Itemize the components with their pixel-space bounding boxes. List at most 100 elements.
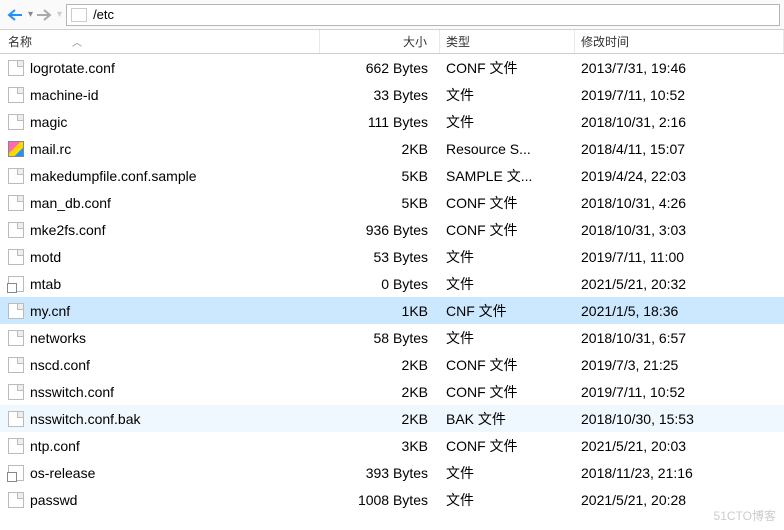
file-date-cell: 2018/10/31, 3:03 <box>575 222 784 238</box>
file-date-cell: 2021/5/21, 20:32 <box>575 276 784 292</box>
table-row[interactable]: networks58 Bytes文件2018/10/31, 6:57 <box>0 324 784 351</box>
file-name-label: mail.rc <box>30 141 71 157</box>
file-type-cell: 文件 <box>440 490 575 510</box>
file-type-cell: CONF 文件 <box>440 355 575 375</box>
file-icon <box>8 222 24 238</box>
file-name-cell: motd <box>0 249 320 265</box>
file-date-cell: 2021/1/5, 18:36 <box>575 303 784 319</box>
file-icon <box>8 357 24 373</box>
file-name-label: magic <box>30 114 67 130</box>
table-row[interactable]: nsswitch.conf.bak2KBBAK 文件2018/10/30, 15… <box>0 405 784 432</box>
file-type-cell: Resource S... <box>440 141 575 157</box>
file-icon <box>8 168 24 184</box>
table-row[interactable]: magic111 Bytes文件2018/10/31, 2:16 <box>0 108 784 135</box>
file-icon <box>8 114 24 130</box>
header-size-label: 大小 <box>403 33 427 50</box>
file-name-label: ntp.conf <box>30 438 80 454</box>
column-headers: 名称 ︿ 大小 类型 修改时间 <box>0 30 784 54</box>
file-name-label: logrotate.conf <box>30 60 115 76</box>
file-type-cell: CNF 文件 <box>440 301 575 321</box>
table-row[interactable]: passwd 1008 Bytes文件2021/5/21, 20:28 <box>0 486 784 513</box>
file-size-cell: 5KB <box>320 168 440 184</box>
file-name-label: makedumpfile.conf.sample <box>30 168 197 184</box>
file-size-cell: 33 Bytes <box>320 87 440 103</box>
file-size-cell: 1KB <box>320 303 440 319</box>
file-date-cell: 2021/5/21, 20:03 <box>575 438 784 454</box>
file-name-cell: my.cnf <box>0 303 320 319</box>
table-row[interactable]: my.cnf 1KBCNF 文件2021/1/5, 18:36 <box>0 297 784 324</box>
file-name-label: nscd.conf <box>30 357 90 373</box>
arrow-left-icon <box>7 9 23 21</box>
file-type-cell: CONF 文件 <box>440 220 575 240</box>
file-type-cell: 文件 <box>440 463 575 483</box>
header-type-label: 类型 <box>446 33 470 50</box>
file-icon <box>8 249 24 265</box>
file-size-cell: 111 Bytes <box>320 114 440 130</box>
table-row[interactable]: motd53 Bytes文件2019/7/11, 11:00 <box>0 243 784 270</box>
header-size[interactable]: 大小 <box>320 30 440 53</box>
folder-icon <box>71 8 87 22</box>
file-type-cell: CONF 文件 <box>440 193 575 213</box>
file-size-cell: 393 Bytes <box>320 465 440 481</box>
file-date-cell: 2019/4/24, 22:03 <box>575 168 784 184</box>
file-icon <box>8 330 24 346</box>
file-icon <box>8 60 24 76</box>
file-date-cell: 2019/7/3, 21:25 <box>575 357 784 373</box>
header-name-label: 名称 <box>8 33 32 50</box>
file-size-cell: 2KB <box>320 357 440 373</box>
file-name-cell: mail.rc <box>0 141 320 157</box>
file-icon <box>8 465 24 481</box>
table-row[interactable]: nscd.conf 2KBCONF 文件2019/7/3, 21:25 <box>0 351 784 378</box>
file-size-cell: 58 Bytes <box>320 330 440 346</box>
file-name-cell: logrotate.conf <box>0 60 320 76</box>
file-type-cell: CONF 文件 <box>440 58 575 78</box>
file-date-cell: 2018/10/31, 4:26 <box>575 195 784 211</box>
file-size-cell: 1008 Bytes <box>320 492 440 508</box>
file-icon <box>8 141 24 157</box>
table-row[interactable]: machine-id33 Bytes文件2019/7/11, 10:52 <box>0 81 784 108</box>
file-name-label: nsswitch.conf <box>30 384 114 400</box>
file-name-cell: passwd <box>0 492 320 508</box>
table-row[interactable]: ntp.conf3KBCONF 文件2021/5/21, 20:03 <box>0 432 784 459</box>
header-date[interactable]: 修改时间 <box>575 30 784 53</box>
table-row[interactable]: makedumpfile.conf.sample 5KBSAMPLE 文...20… <box>0 162 784 189</box>
table-row[interactable]: logrotate.conf662 BytesCONF 文件2013/7/31,… <box>0 54 784 81</box>
sort-asc-icon: ︿ <box>72 34 82 49</box>
file-name-label: networks <box>30 330 86 346</box>
file-size-cell: 936 Bytes <box>320 222 440 238</box>
file-name-label: my.cnf <box>30 303 70 319</box>
file-name-label: passwd <box>30 492 77 508</box>
file-type-cell: CONF 文件 <box>440 436 575 456</box>
table-row[interactable]: mtab0 Bytes文件2021/5/21, 20:32 <box>0 270 784 297</box>
file-name-cell: makedumpfile.conf.sample <box>0 168 320 184</box>
file-name-cell: nscd.conf <box>0 357 320 373</box>
table-row[interactable]: man_db.conf5KBCONF 文件2018/10/31, 4:26 <box>0 189 784 216</box>
address-bar[interactable]: /etc <box>66 4 780 26</box>
file-name-cell: man_db.conf <box>0 195 320 211</box>
file-date-cell: 2021/5/21, 20:28 <box>575 492 784 508</box>
table-row[interactable]: nsswitch.conf2KBCONF 文件2019/7/11, 10:52 <box>0 378 784 405</box>
file-type-cell: BAK 文件 <box>440 409 575 429</box>
file-size-cell: 2KB <box>320 141 440 157</box>
file-type-cell: SAMPLE 文... <box>440 166 575 186</box>
forward-button[interactable] <box>33 4 55 26</box>
file-name-cell: ntp.conf <box>0 438 320 454</box>
header-name[interactable]: 名称 ︿ <box>0 30 320 53</box>
file-type-cell: 文件 <box>440 112 575 132</box>
file-size-cell: 662 Bytes <box>320 60 440 76</box>
file-size-cell: 0 Bytes <box>320 276 440 292</box>
file-date-cell: 2019/7/11, 10:52 <box>575 384 784 400</box>
dropdown-indicator: ▾ <box>57 9 62 20</box>
back-button[interactable] <box>4 4 26 26</box>
table-row[interactable]: mail.rc2KBResource S...2018/4/11, 15:07 <box>0 135 784 162</box>
file-size-cell: 2KB <box>320 384 440 400</box>
file-icon <box>8 384 24 400</box>
file-date-cell: 2019/7/11, 11:00 <box>575 249 784 265</box>
navigation-toolbar: ▾ ▾ /etc <box>0 0 784 30</box>
table-row[interactable]: mke2fs.conf936 BytesCONF 文件2018/10/31, 3… <box>0 216 784 243</box>
file-type-cell: 文件 <box>440 328 575 348</box>
file-name-cell: magic <box>0 114 320 130</box>
file-icon <box>8 438 24 454</box>
header-type[interactable]: 类型 <box>440 30 575 53</box>
table-row[interactable]: os-release393 Bytes文件2018/11/23, 21:16 <box>0 459 784 486</box>
